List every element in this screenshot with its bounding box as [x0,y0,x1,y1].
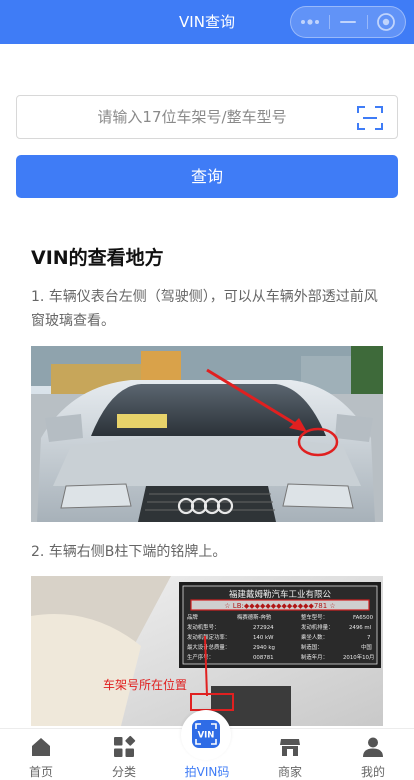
category-icon [114,735,136,757]
tab-store[interactable]: 商家 [249,729,331,780]
plate-vin: ☆ LB:◆◆◆◆◆◆◆◆◆◆◆◆◆781 ☆ [224,602,335,610]
nav-bar: VIN查询 [0,0,414,44]
vin-search-box [16,95,398,139]
plate-row4-mid: 2940 kg [253,645,275,651]
vin-location-caption: 车架号所在位置 [103,677,187,692]
section-title: VIN的查看地方 [31,247,164,269]
close-button[interactable] [367,7,405,37]
minimize-button[interactable] [329,7,367,37]
plate-row4-val: 中国 [361,643,372,651]
plate-row2-val: 2496 ml [349,625,371,631]
plate-row2-mid: 272924 [253,625,274,631]
plate-row3-left: 发动机额定功率： [187,633,230,641]
step-2-text: 2. 车辆右侧B柱下端的铭牌上。 [31,544,227,560]
plate-row5-val: 2010年10月 [343,653,374,661]
step-1-text: 1. 车辆仪表台左侧（驾驶侧），可以从车辆外部透过前风窗玻璃查看。 [31,289,378,329]
plate-title: 福建戴姆勒汽车工业有限公 [229,589,332,600]
store-icon [280,739,300,756]
tab-home-label: 首页 [28,765,53,779]
plate-row4-left: 最大设计总质量： [187,643,230,651]
plate-row3-right: 乘坐人数： [301,633,328,641]
plate-row3-val: 7 [367,635,370,641]
plate-row2-left: 发动机型号： [187,623,219,631]
plate-row1-left: 品牌 [187,613,198,621]
plate-row1-mid: 梅赛德斯-奔驰 [237,613,272,621]
minimize-icon [340,21,356,23]
tab-mine-label: 我的 [360,765,385,779]
close-circle-icon [377,13,395,31]
plate-row5-right: 制造年月： [301,653,328,661]
tab-home[interactable]: 首页 [0,729,82,780]
vin-search-input[interactable] [29,96,355,138]
plate-row4-right: 制造国： [301,643,323,651]
tab-category[interactable]: 分类 [83,729,165,780]
user-icon [363,737,383,757]
tab-store-label: 商家 [277,765,302,779]
b-pillar-nameplate-photo: 福建戴姆勒汽车工业有限公 ☆ LB:◆◆◆◆◆◆◆◆◆◆◆◆◆781 ☆ 品牌 … [31,576,383,726]
more-button[interactable] [291,7,329,37]
plate-row2-right: 发动机排量： [301,623,333,631]
home-icon [32,738,50,756]
plate-row1-val: FA6500 [353,615,374,621]
plate-row5-mid: 008781 [253,655,274,661]
tab-mine[interactable]: 我的 [332,729,414,780]
vin-scan-icon[interactable]: VIN [191,719,221,749]
plate-row1-right: 整车型号： [301,613,328,621]
scan-icon[interactable] [357,105,383,131]
query-button[interactable]: 查询 [16,155,398,198]
tab-vin-scan-label: 拍VIN码 [184,765,230,779]
tab-category-label: 分类 [111,765,136,779]
svg-text:VIN: VIN [198,731,215,741]
plate-row5-left: 生产序号： [187,653,214,661]
mini-program-capsule [290,6,406,38]
car-windshield-photo [31,346,383,522]
more-icon [301,19,319,25]
plate-row3-mid: 140 kW [253,635,274,641]
